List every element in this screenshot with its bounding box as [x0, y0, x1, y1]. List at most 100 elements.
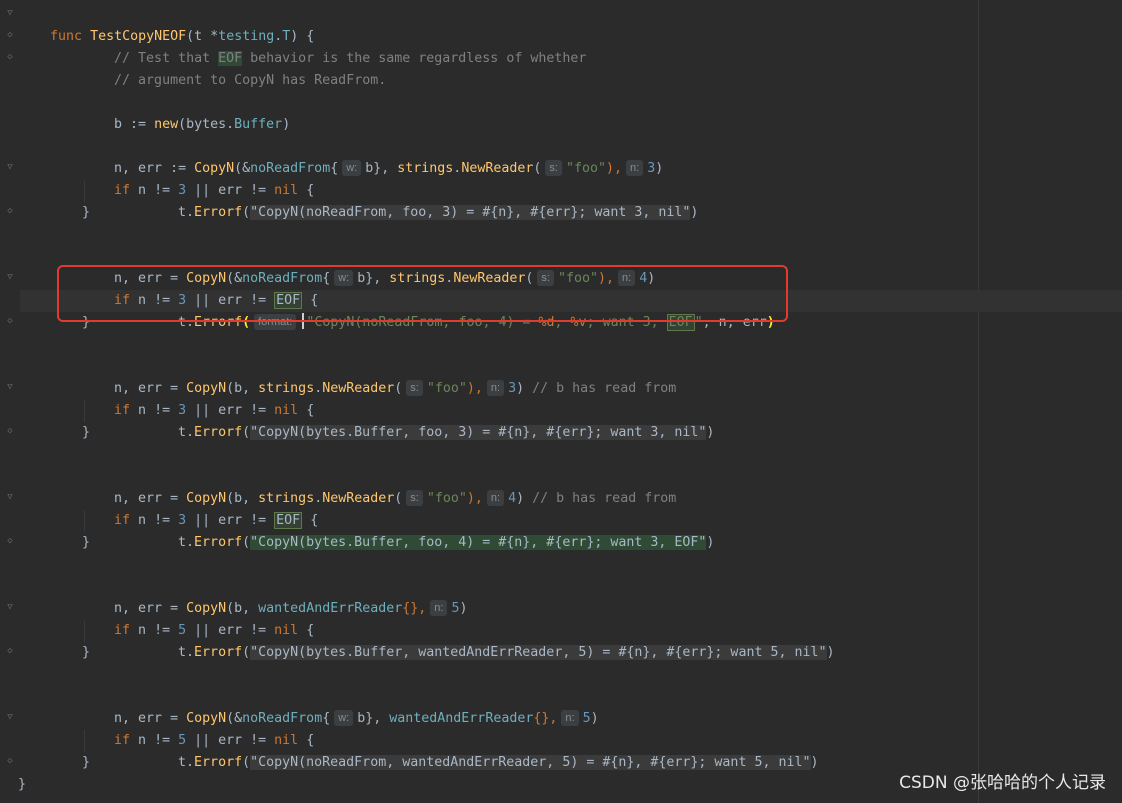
fold-arrow-icon[interactable]: ▽: [6, 382, 14, 392]
function-name: Errorf: [194, 645, 243, 660]
function-name: NewReader: [461, 161, 534, 176]
code-text: ): [826, 645, 835, 660]
code-text: (: [242, 755, 251, 770]
param-hint: w:: [342, 160, 362, 176]
code-line[interactable]: }: [82, 202, 90, 224]
function-name: NewReader: [322, 381, 395, 396]
code-text: ): [516, 491, 525, 506]
number-literal: 4: [508, 491, 517, 506]
code-text: t.: [178, 645, 195, 660]
closing-brace: }: [82, 205, 91, 220]
code-line[interactable]: n, err = CopyN(b, wantedAndErrReader{}, n…: [82, 576, 468, 616]
package-name: strings: [397, 161, 454, 176]
number-literal: 5: [451, 601, 460, 616]
code-line[interactable]: }: [82, 752, 90, 774]
code-text: (bytes.: [178, 117, 235, 132]
param-hint: w:: [334, 710, 354, 726]
string-literal: "CopyN(bytes.Buffer, wantedAndErrReader,…: [250, 645, 827, 660]
code-text: ): [655, 161, 664, 176]
fold-arrow-icon[interactable]: ▽: [6, 272, 14, 282]
code-text: ): [282, 117, 291, 132]
string-literal: "foo": [426, 381, 467, 396]
code-text: t.: [178, 755, 195, 770]
closing-brace: }: [82, 755, 91, 770]
code-line[interactable]: func TestCopyNEOF(t *testing.T) {: [18, 4, 314, 44]
number-literal: 5: [582, 711, 591, 726]
closing-brace: }: [82, 535, 91, 550]
fold-arrow-icon[interactable]: ◇: [6, 646, 14, 656]
right-margin-guide: [978, 0, 979, 803]
code-text: ): [706, 425, 715, 440]
code-line[interactable]: t.Errorf("CopyN(bytes.Buffer, foo, 3) = …: [146, 400, 714, 440]
fold-arrow-icon[interactable]: ◇: [6, 426, 14, 436]
code-line[interactable]: if n != 5 || err != nil {: [82, 598, 314, 638]
code-text: t.: [178, 205, 195, 220]
code-text: b :=: [114, 117, 155, 132]
code-line[interactable]: // argument to CopyN has ReadFrom.: [82, 48, 386, 88]
comment: // b has read from: [524, 491, 677, 506]
code-line[interactable]: b := new(bytes.Buffer): [82, 92, 290, 132]
comment: // b has read from: [524, 381, 677, 396]
code-line[interactable]: n, err := CopyN(&noReadFrom{w: b}, string…: [82, 136, 663, 176]
fold-arrow-icon[interactable]: ▽: [6, 8, 14, 18]
keyword: if: [114, 183, 131, 198]
fold-arrow-icon[interactable]: ▽: [6, 712, 14, 722]
code-line[interactable]: n, err = CopyN(b, strings.NewReader(s: "f…: [82, 356, 676, 396]
fold-arrow-icon[interactable]: ▽: [6, 492, 14, 502]
param-hint: s:: [406, 490, 423, 506]
code-line[interactable]: t.Errorf("CopyN(bytes.Buffer, foo, 4) = …: [146, 510, 714, 550]
keyword: if: [114, 513, 131, 528]
code-line[interactable]: t.Errorf("CopyN(noReadFrom, wantedAndErr…: [146, 730, 819, 770]
fold-arrow-icon[interactable]: ◇: [6, 30, 14, 40]
code-text: {: [322, 711, 331, 726]
code-line[interactable]: if n != 3 || err != EOF {: [82, 488, 318, 529]
code-text: ),: [605, 161, 622, 176]
code-line[interactable]: if n != 3 || err != nil {: [82, 158, 314, 198]
keyword: if: [114, 403, 131, 418]
code-text: (: [394, 491, 403, 506]
code-line[interactable]: }: [82, 532, 90, 554]
code-text: ): [810, 755, 819, 770]
code-text: t.: [178, 535, 195, 550]
keyword: func: [50, 29, 83, 44]
fold-arrow-icon[interactable]: ◇: [6, 536, 14, 546]
code-line[interactable]: if n != 3 || err != nil {: [82, 378, 314, 418]
code-line[interactable]: if n != 5 || err != nil {: [82, 708, 314, 748]
string-literal: "CopyN(bytes.Buffer, foo, 3) = #{n}, #{e…: [250, 425, 707, 440]
fold-arrow-icon[interactable]: ▽: [6, 602, 14, 612]
code-line[interactable]: }: [82, 422, 90, 444]
number-literal: 3: [647, 161, 656, 176]
code-text: (: [242, 205, 251, 220]
code-text: ): [690, 205, 699, 220]
code-text: (: [394, 381, 403, 396]
comment: // argument to CopyN has ReadFrom.: [114, 73, 387, 88]
code-text: ),: [466, 491, 483, 506]
code-line[interactable]: t.Errorf("CopyN(noReadFrom, foo, 3) = #{…: [146, 180, 698, 220]
number-literal: 3: [508, 381, 517, 396]
code-line[interactable]: }: [18, 774, 26, 796]
fold-arrow-icon[interactable]: ◇: [6, 52, 14, 62]
fold-arrow-icon[interactable]: ◇: [6, 756, 14, 766]
code-text: (: [533, 161, 542, 176]
param-hint: n:: [486, 380, 505, 396]
string-literal: "CopyN(bytes.Buffer, foo, 4) = #{n}, #{e…: [250, 535, 707, 550]
string-literal: "CopyN(noReadFrom, foo, 3) = #{n}, #{err…: [250, 205, 691, 220]
string-literal: "foo": [565, 161, 606, 176]
closing-brace: }: [82, 425, 91, 440]
code-text: t.: [178, 425, 195, 440]
code-line[interactable]: n, err = CopyN(b, strings.NewReader(s: "f…: [82, 466, 676, 506]
watermark: CSDN @张哈哈的个人记录: [899, 773, 1106, 793]
fold-arrow-icon[interactable]: ◇: [6, 206, 14, 216]
code-line[interactable]: t.Errorf("CopyN(bytes.Buffer, wantedAndE…: [146, 620, 835, 660]
fold-arrow-icon[interactable]: ▽: [6, 162, 14, 172]
code-editor[interactable]: ▽ ◇ ◇ ▽ ◇ ▽ ◇ ▽ ◇ ▽ ◇ ▽ ◇ ▽ ◇ func TestC…: [0, 0, 1122, 803]
code-text: ): [706, 535, 715, 550]
closing-brace: }: [18, 777, 27, 792]
code-line[interactable]: // Test that EOF behavior is the same re…: [82, 26, 586, 66]
code-text: ),: [466, 381, 483, 396]
code-line[interactable]: n, err = CopyN(&noReadFrom{w: b}, wantedA…: [82, 686, 599, 726]
type-name: wantedAndErrReader: [389, 711, 534, 726]
code-text: ): [516, 381, 525, 396]
fold-arrow-icon[interactable]: ◇: [6, 316, 14, 326]
code-line[interactable]: }: [82, 642, 90, 664]
